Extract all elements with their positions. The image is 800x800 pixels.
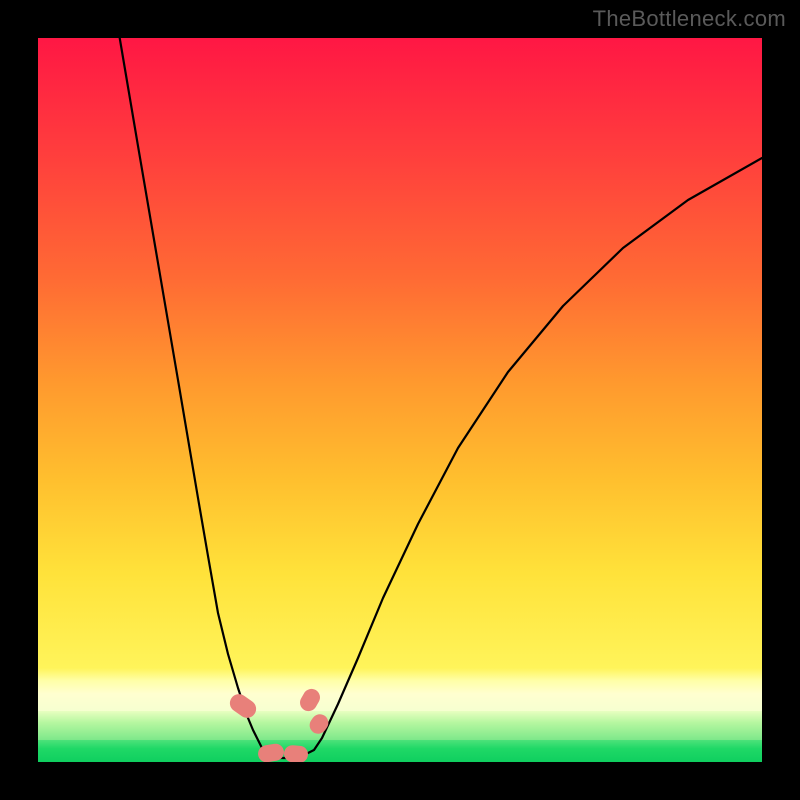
gradient-pale-yellow: [38, 668, 762, 711]
gradient-red-yellow: [38, 38, 762, 668]
gradient-green: [38, 740, 762, 762]
gradient-light-green: [38, 711, 762, 740]
chart-frame: TheBottleneck.com: [0, 0, 800, 800]
watermark-text: TheBottleneck.com: [593, 6, 786, 32]
plot-area: [38, 38, 762, 762]
marker-m3: [283, 744, 308, 762]
background-gradient: [38, 38, 762, 762]
